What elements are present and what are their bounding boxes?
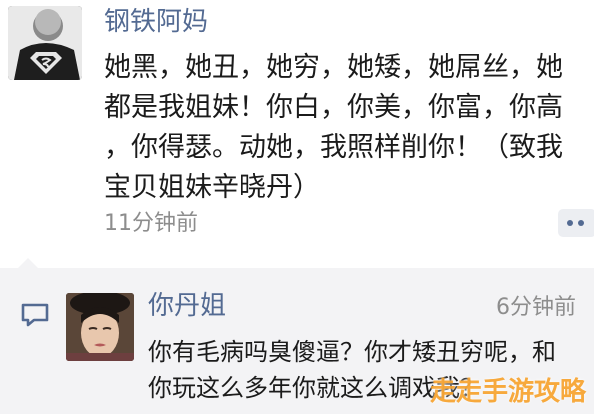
site-watermark: 走走手游攻略 xyxy=(429,377,586,407)
comments-notch xyxy=(18,258,38,268)
post-text-line: 都是我姐妹！你白，你美，你富，你高 xyxy=(104,92,563,123)
moments-screen: 钢铁阿妈 她黑，她丑，她穷，她矮，她屌丝，她 都是我姐妹！你白，你美，你富，你高… xyxy=(0,0,594,414)
post-author-name[interactable]: 钢铁阿妈 xyxy=(104,6,208,38)
superman-shirt-avatar-icon xyxy=(8,6,82,80)
woman-crying-avatar-icon xyxy=(66,293,134,361)
comment-author-avatar[interactable] xyxy=(66,293,134,361)
ellipsis-comment-icon xyxy=(567,220,584,226)
moment-post: 钢铁阿妈 她黑，她丑，她穷，她矮，她屌丝，她 都是我姐妹！你白，你美，你富，你高… xyxy=(0,0,594,270)
post-content: 她黑，她丑，她穷，她矮，她屌丝，她 都是我姐妹！你白，你美，你富，你高 ，你得瑟… xyxy=(104,48,582,208)
post-timestamp: 11分钟前 xyxy=(104,211,198,236)
comment-timestamp: 6分钟前 xyxy=(496,295,576,320)
post-author-avatar[interactable] xyxy=(8,6,82,80)
post-text-line: 宝贝姐妹辛晓丹） xyxy=(104,172,320,203)
post-text-line: 她黑，她丑，她穷，她矮，她屌丝，她 xyxy=(104,52,563,83)
comment-text-line: 你有毛病吗臭傻逼？你才矮丑穷呢，和 xyxy=(148,338,556,366)
like-comment-button[interactable] xyxy=(558,209,594,237)
comment-bubble-icon xyxy=(21,303,49,327)
post-text-line: ，你得瑟。动她，我照样削你！（致我 xyxy=(104,132,563,163)
comment-author-name[interactable]: 你丹姐 xyxy=(148,290,226,322)
